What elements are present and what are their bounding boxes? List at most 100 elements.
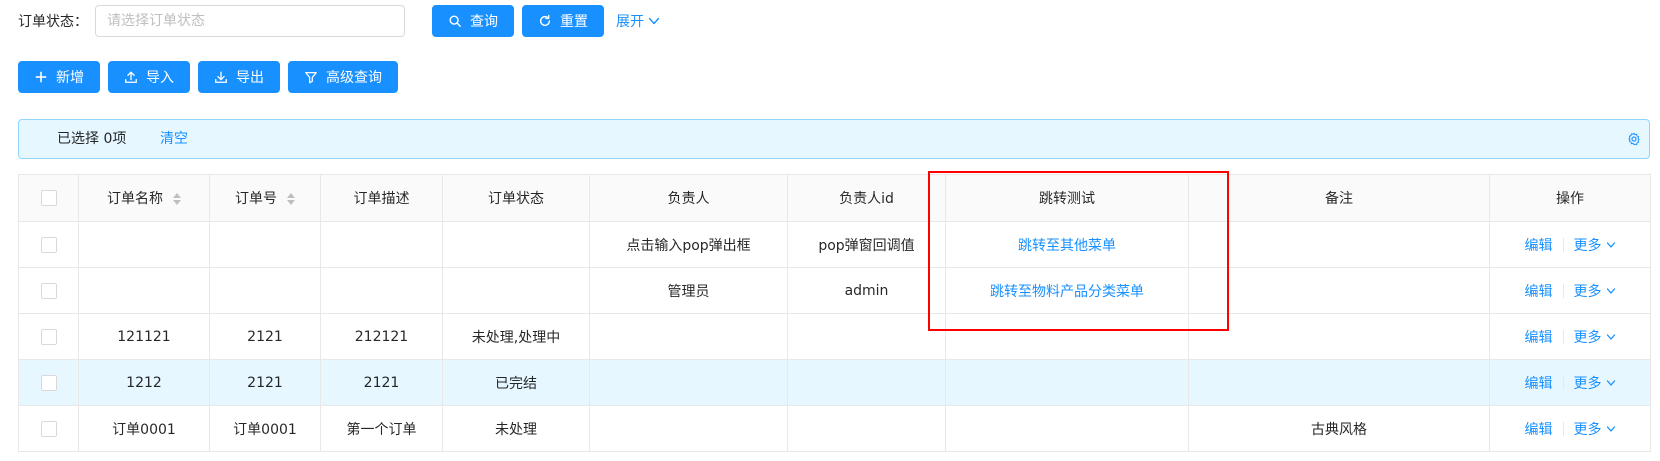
reset-button[interactable]: 重置 — [522, 5, 604, 37]
edit-link[interactable]: 编辑 — [1525, 419, 1553, 439]
cell-order-no — [209, 221, 321, 268]
cell-jump — [945, 359, 1189, 406]
more-dropdown[interactable]: 更多 — [1574, 281, 1616, 301]
cell-order-no: 订单0001 — [209, 405, 321, 452]
sort-icon[interactable] — [287, 193, 295, 205]
order-status-select[interactable] — [95, 5, 405, 37]
cell-order-name: 121121 — [78, 313, 210, 360]
cell-owner-id — [787, 405, 946, 452]
cell-order-no: 2121 — [209, 313, 321, 360]
column-header-order-no[interactable]: 订单号 — [209, 174, 321, 222]
table-row[interactable]: 1212 2121 2121 已完结 编辑 更多 — [18, 359, 1651, 406]
cell-remark — [1188, 221, 1490, 268]
export-button-label: 导出 — [236, 70, 264, 86]
advanced-query-button[interactable]: 高级查询 — [288, 61, 398, 93]
cell-actions: 编辑 更多 — [1489, 359, 1651, 406]
cell-status — [442, 267, 590, 314]
divider — [1562, 421, 1564, 436]
clear-selection-link[interactable]: 清空 — [160, 120, 188, 158]
download-icon — [215, 71, 227, 83]
row-select-cell — [18, 359, 79, 406]
divider — [1562, 283, 1564, 298]
chevron-down-icon — [1606, 287, 1615, 294]
add-button-label: 新增 — [56, 70, 84, 86]
cell-actions: 编辑 更多 — [1489, 405, 1651, 452]
more-label: 更多 — [1573, 421, 1602, 438]
gear-icon[interactable] — [1627, 132, 1641, 146]
cell-remark — [1188, 313, 1490, 360]
more-dropdown[interactable]: 更多 — [1574, 419, 1616, 439]
import-button-label: 导入 — [146, 70, 174, 86]
cell-order-name: 订单0001 — [78, 405, 210, 452]
expand-link[interactable]: 展开 — [616, 5, 660, 37]
cell-remark — [1188, 267, 1490, 314]
search-row: 订单状态： — [18, 5, 88, 37]
column-header-label: 订单名称 — [107, 191, 163, 207]
search-button-label: 查询 — [470, 14, 498, 30]
column-header-jump-test: 跳转测试 — [945, 174, 1189, 222]
import-button[interactable]: 导入 — [108, 61, 190, 93]
plus-icon — [35, 71, 47, 83]
selection-suffix: 项 — [112, 131, 127, 147]
column-header-order-desc: 订单描述 — [320, 174, 443, 222]
edit-link[interactable]: 编辑 — [1525, 373, 1553, 393]
cell-owner-id — [787, 359, 946, 406]
cell-status — [442, 221, 590, 268]
advanced-query-button-label: 高级查询 — [326, 70, 382, 86]
column-header-owner: 负责人 — [589, 174, 788, 222]
cell-status: 未处理,处理中 — [442, 313, 590, 360]
sort-icon[interactable] — [173, 193, 181, 205]
edit-link[interactable]: 编辑 — [1525, 327, 1553, 347]
expand-link-label: 展开 — [616, 14, 644, 30]
chevron-down-icon — [1606, 333, 1615, 340]
reload-icon — [539, 14, 551, 27]
row-checkbox[interactable] — [40, 328, 57, 345]
cell-desc: 第一个订单 — [320, 405, 443, 452]
cell-actions: 编辑 更多 — [1489, 267, 1651, 314]
cell-owner — [589, 359, 788, 406]
reset-button-label: 重置 — [560, 14, 588, 30]
table-row[interactable]: 订单0001 订单0001 第一个订单 未处理 古典风格 编辑 更多 — [18, 405, 1651, 452]
cell-desc — [320, 267, 443, 314]
row-checkbox[interactable] — [40, 236, 57, 253]
cell-order-name — [78, 267, 210, 314]
chevron-down-icon — [1606, 379, 1615, 386]
row-checkbox[interactable] — [40, 374, 57, 391]
cell-remark — [1188, 359, 1490, 406]
cell-actions: 编辑 更多 — [1489, 221, 1651, 268]
add-button[interactable]: 新增 — [18, 61, 100, 93]
row-select-cell — [18, 313, 79, 360]
cell-status: 已完结 — [442, 359, 590, 406]
selection-alert: 已选择 0项 清空 — [18, 119, 1650, 159]
row-checkbox[interactable] — [40, 282, 57, 299]
column-header-remark: 备注 — [1188, 174, 1490, 222]
row-checkbox[interactable] — [40, 420, 57, 437]
jump-link[interactable]: 跳转至其他菜单 — [1018, 238, 1116, 254]
select-all-checkbox[interactable] — [40, 190, 57, 206]
cell-jump — [945, 405, 1189, 452]
more-label: 更多 — [1573, 375, 1602, 392]
divider — [1562, 375, 1564, 390]
chevron-down-icon — [1606, 425, 1615, 432]
more-dropdown[interactable]: 更多 — [1574, 327, 1616, 347]
more-dropdown[interactable]: 更多 — [1574, 373, 1616, 393]
search-button[interactable]: 查询 — [432, 5, 514, 37]
cell-owner: 管理员 — [589, 267, 788, 314]
cell-owner-id — [787, 313, 946, 360]
column-header-order-status: 订单状态 — [442, 174, 590, 222]
jump-link[interactable]: 跳转至物料产品分类菜单 — [990, 284, 1144, 300]
edit-link[interactable]: 编辑 — [1525, 235, 1553, 255]
table-header-row: 订单名称 订单号 订单描述 订单状态 负责人 负责人id 跳转测试 备注 操作 — [18, 174, 1651, 222]
more-label: 更多 — [1573, 329, 1602, 346]
edit-link[interactable]: 编辑 — [1525, 281, 1553, 301]
divider — [1562, 329, 1564, 344]
column-header-order-name[interactable]: 订单名称 — [78, 174, 210, 222]
more-dropdown[interactable]: 更多 — [1574, 235, 1616, 255]
export-button[interactable]: 导出 — [198, 61, 280, 93]
cell-jump — [945, 313, 1189, 360]
cell-order-name — [78, 221, 210, 268]
table-row[interactable]: 点击输入pop弹出框 pop弹窗回调值 跳转至其他菜单 编辑 更多 — [18, 221, 1651, 268]
table-row[interactable]: 管理员 admin 跳转至物料产品分类菜单 编辑 更多 — [18, 267, 1651, 314]
filter-icon — [305, 72, 317, 84]
table-row[interactable]: 121121 2121 212121 未处理,处理中 编辑 更多 — [18, 313, 1651, 360]
